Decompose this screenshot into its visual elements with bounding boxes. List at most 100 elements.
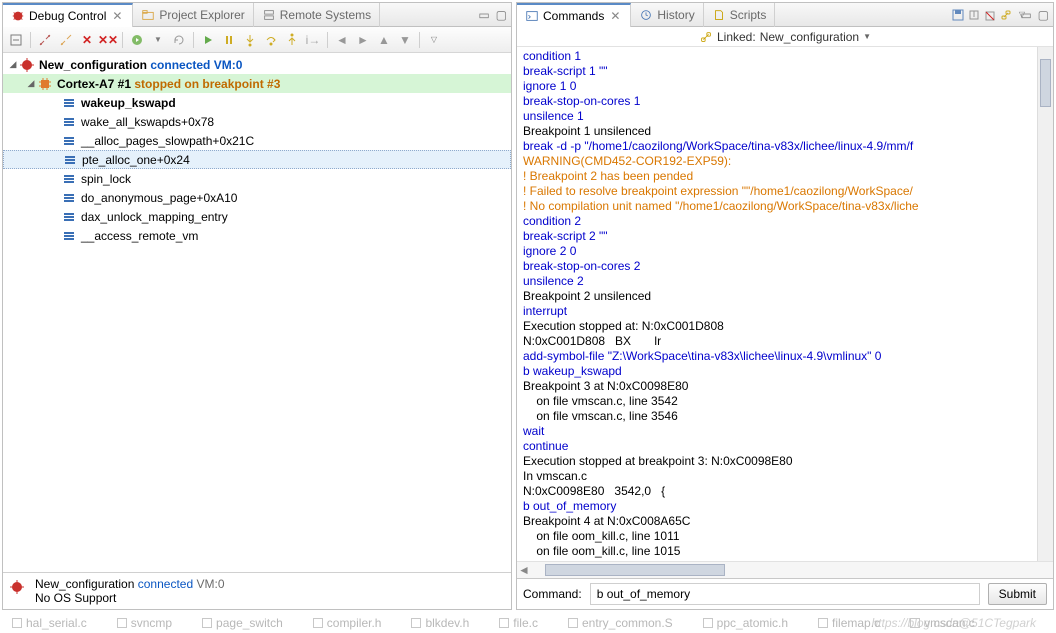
server-icon [262,8,276,22]
nav-back-button[interactable]: ◄ [333,31,351,49]
console-line: on file oom_kill.c, line 1015 [523,544,1035,559]
nav-down-button[interactable]: ▼ [396,31,414,49]
horizontal-scrollbar[interactable]: ◄ [517,561,1053,578]
stack-frame[interactable]: spin_lock [3,169,511,188]
console-line: condition 2 [523,214,1035,229]
console-line: N:0xC0098E80 3542,0 { [523,484,1035,499]
tab-remote-systems[interactable]: Remote Systems [254,3,380,27]
vertical-scrollbar[interactable] [1037,47,1053,561]
stack-frame[interactable]: wakeup_kswapd [3,93,511,112]
clear-button[interactable] [983,8,997,22]
scroll-left-icon[interactable]: ◄ [517,563,531,577]
stack-frame[interactable]: do_anonymous_page+0xA10 [3,188,511,207]
nav-up-button[interactable]: ▲ [375,31,393,49]
linked-label: Linked: [717,30,756,44]
console-line: wait [523,424,1035,439]
editor-tab[interactable]: filemap.c [818,616,880,630]
linked-bar[interactable]: Linked: New_configuration ▼ [517,27,1053,47]
tab-project-explorer[interactable]: Project Explorer [133,3,253,27]
command-label: Command: [523,587,582,601]
dropdown-icon[interactable]: ▼ [863,32,871,41]
console-line: Breakpoint 3 at N:0xC0098E80 [523,379,1035,394]
step-out-button[interactable] [283,31,301,49]
status-name: New_configuration [35,577,134,591]
editor-tab[interactable]: ppc_atomic.h [703,616,788,630]
minimize-icon[interactable]: ▭ [478,8,489,22]
editor-tab[interactable]: file.c [499,616,538,630]
status-os: No OS Support [35,591,225,605]
console-line: interrupt [523,304,1035,319]
debug-tree[interactable]: ◢ New_configuration connected VM:0 ◢ Cor… [3,53,511,315]
remove-all-button[interactable]: ✕✕ [99,31,117,49]
refresh-button[interactable] [170,31,188,49]
debug-toolbar: ✕ ✕✕ ▼ i→ ◄ ► ▲ ▼ ▽ [3,27,511,53]
scrollbar-thumb[interactable] [545,564,725,576]
scrollbar-thumb[interactable] [1040,59,1051,107]
minimize-icon[interactable]: ▭ [1020,8,1031,22]
nav-fwd-button[interactable]: ► [354,31,372,49]
console-line: ! Breakpoint 2 has been pended [523,169,1035,184]
frame-icon [61,228,77,244]
editor-tab[interactable]: svncmp [117,616,172,630]
submit-button[interactable]: Submit [988,583,1047,605]
tab-debug-control[interactable]: Debug Control ✕ [3,3,133,27]
link-button[interactable] [999,8,1013,22]
console-line: unsilence 2 [523,274,1035,289]
maximize-icon[interactable]: ▢ [1038,8,1049,22]
frame-icon [61,209,77,225]
suspend-button[interactable] [220,31,238,49]
stack-frame[interactable]: pte_alloc_one+0x24 [3,150,511,169]
editor-tab[interactable]: compiler.h [313,616,382,630]
frame-label: wake_all_kswapds+0x78 [81,115,214,129]
tab-history[interactable]: History [631,3,703,27]
disconnect-button[interactable] [57,31,75,49]
view-menu-button[interactable]: ▽ [425,31,443,49]
editor-tab[interactable]: page_switch [202,616,283,630]
tab-scripts[interactable]: Scripts [704,3,776,27]
stack-frame[interactable]: wake_all_kswapds+0x78 [3,112,511,131]
maximize-icon[interactable]: ▢ [496,8,507,22]
resume-button[interactable] [199,31,217,49]
connection-state: connected VM:0 [150,58,242,72]
dropdown-icon[interactable]: ▼ [149,31,167,49]
console-output[interactable]: condition 1break-script 1 ""ignore 1 0br… [517,47,1053,561]
connect-button[interactable] [36,31,54,49]
target-icon [9,579,25,595]
frame-icon [62,152,78,168]
close-icon[interactable]: ✕ [608,9,622,23]
frame-label: pte_alloc_one+0x24 [82,153,190,167]
tab-commands[interactable]: Commands ✕ [517,3,631,27]
frame-label: do_anonymous_page+0xA10 [81,191,237,205]
export-button[interactable] [967,8,981,22]
folder-icon [141,8,155,22]
twisty-icon[interactable]: ◢ [7,59,19,70]
step-instruction-button[interactable]: i→ [304,31,322,49]
editor-tab[interactable]: hal_serial.c [12,616,87,630]
editor-tabs-footer: hal_serial.c svncmp page_switch compiler.h b… [0,613,1056,633]
console-line: on file oom_kill.c, line 1011 [523,529,1035,544]
connection-label: New_configuration [39,58,147,72]
status-bar: New_configuration connected VM:0 No OS S… [3,572,511,609]
stack-frame[interactable]: dax_unlock_mapping_entry [3,207,511,226]
collapse-all-button[interactable] [7,31,25,49]
debug-config-button[interactable] [128,31,146,49]
twisty-icon[interactable]: ◢ [25,78,37,89]
close-icon[interactable]: ✕ [110,9,124,23]
step-over-button[interactable] [262,31,280,49]
connection-node[interactable]: ◢ New_configuration connected VM:0 [3,55,511,74]
tab-label: Debug Control [29,9,106,23]
core-state: stopped on breakpoint #3 [134,77,280,91]
editor-tab[interactable]: vmscan.c [910,616,975,630]
save-button[interactable] [951,8,965,22]
frame-label: dax_unlock_mapping_entry [81,210,228,224]
step-into-button[interactable] [241,31,259,49]
tab-label: Commands [543,9,604,23]
remove-button[interactable]: ✕ [78,31,96,49]
stack-frame[interactable]: __alloc_pages_slowpath+0x21C [3,131,511,150]
editor-tab[interactable]: blkdev.h [411,616,469,630]
core-node[interactable]: ◢ Cortex-A7 #1 stopped on breakpoint #3 [3,74,511,93]
stack-frame[interactable]: __access_remote_vm [3,226,511,245]
editor-tab[interactable]: entry_common.S [568,616,673,630]
console-line: In vmscan.c [523,469,1035,484]
command-input[interactable] [590,583,980,605]
